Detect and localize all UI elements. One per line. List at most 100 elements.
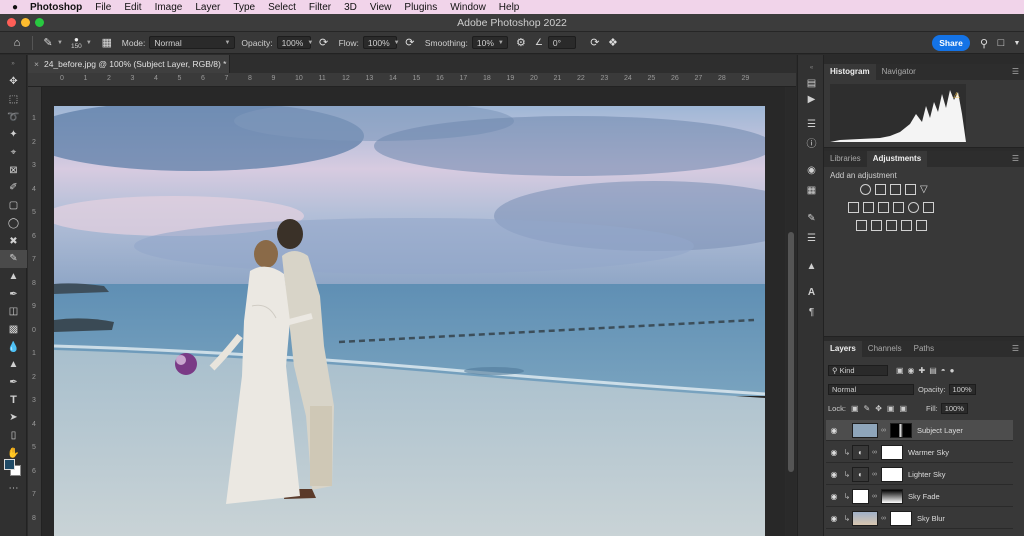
chevron-down-icon[interactable]: ▼	[1008, 34, 1024, 52]
menu-file[interactable]: File	[95, 2, 111, 13]
menu-filter[interactable]: Filter	[309, 2, 331, 13]
tab-libraries[interactable]: Libraries	[824, 151, 867, 167]
minimize-window-button[interactable]	[21, 18, 30, 27]
actions-play-icon[interactable]: ▶	[804, 92, 819, 107]
brush-tool-icon[interactable]: ✎	[0, 249, 27, 268]
tab-navigator[interactable]: Navigator	[876, 64, 922, 80]
history-brush-tool-icon[interactable]: ✒	[0, 285, 27, 303]
layer-filter-icons[interactable]: ▣◉✚▤◓●	[896, 366, 958, 375]
threshold-icon[interactable]	[886, 220, 897, 231]
eraser-tool-icon[interactable]: ◫	[0, 303, 27, 321]
move-tool-icon[interactable]: ✥	[0, 73, 27, 91]
blur-tool-icon[interactable]: 💧	[0, 338, 27, 356]
eye-icon[interactable]: ◉	[826, 448, 842, 457]
document-tab[interactable]: × 24_before.jpg @ 100% (Subject Layer, RG…	[28, 55, 230, 73]
fill-input[interactable]: 100%	[940, 403, 968, 414]
flow-input[interactable]: 100% ▼	[362, 36, 400, 49]
brush-tool-icon[interactable]: ✎	[39, 34, 57, 52]
menu-3d[interactable]: 3D	[344, 2, 357, 13]
eye-icon[interactable]: ◉	[826, 426, 842, 435]
invert-icon[interactable]	[856, 220, 867, 231]
layer-row-lighter-sky[interactable]: ◉ ↳ ◐ ∞ Lighter Sky	[826, 464, 1013, 485]
search-icon[interactable]: ⚲	[975, 34, 993, 52]
menu-select[interactable]: Select	[268, 2, 296, 13]
lock-icons[interactable]: ▣✎✥▣▣	[851, 404, 912, 413]
paragraph-icon[interactable]: ¶	[804, 305, 819, 320]
foreground-color-swatch[interactable]	[4, 459, 15, 470]
menu-layer[interactable]: Layer	[195, 2, 220, 13]
eye-icon[interactable]: ◉	[826, 514, 842, 523]
blend-mode-select[interactable]: Normal	[828, 384, 914, 395]
layer-mask-thumbnail[interactable]	[881, 466, 903, 482]
properties-icon[interactable]: ☰	[804, 117, 819, 132]
canvas-vertical-scrollbar[interactable]	[786, 87, 796, 536]
channel-mixer-icon[interactable]	[908, 202, 919, 213]
more-tools-icon[interactable]: ⋯	[0, 480, 27, 498]
layer-row-sky-blur[interactable]: ◉ ↳ ∞ Sky Blur	[826, 508, 1013, 529]
layer-row-warmer-sky[interactable]: ◉ ↳ ◐ ∞ Warmer Sky	[826, 442, 1013, 463]
pressure-opacity-icon[interactable]: ⟳	[315, 34, 333, 52]
eyedropper-tool-icon[interactable]: ✐	[0, 179, 27, 197]
menu-window[interactable]: Window	[450, 2, 486, 13]
tab-channels[interactable]: Channels	[862, 341, 908, 357]
color-lookup-icon[interactable]	[923, 202, 934, 213]
link-icon[interactable]: ∞	[872, 471, 879, 478]
selective-color-icon[interactable]	[916, 220, 927, 231]
pressure-size-icon[interactable]: ⟳	[586, 34, 604, 52]
link-icon[interactable]: ∞	[881, 515, 888, 522]
layer-row-sky-fade[interactable]: ◉ ↳ ∞ Sky Fade	[826, 486, 1013, 507]
menu-help[interactable]: Help	[499, 2, 520, 13]
brush-settings-icon[interactable]: ☰	[804, 231, 819, 246]
history-icon[interactable]: ▤	[804, 76, 819, 91]
black-white-icon[interactable]	[878, 202, 889, 213]
vibrance-icon[interactable]: ▽	[920, 184, 931, 195]
link-icon[interactable]: ∞	[872, 493, 879, 500]
photo-canvas[interactable]	[54, 106, 765, 536]
menu-type[interactable]: Type	[233, 2, 255, 13]
opacity-input[interactable]: 100% ▼	[276, 36, 313, 49]
link-icon[interactable]: ∞	[881, 427, 888, 434]
close-icon[interactable]: ×	[34, 59, 39, 69]
brightness-contrast-icon[interactable]	[860, 184, 871, 195]
brushes-icon[interactable]: ✎	[804, 211, 819, 226]
chevron-down-icon[interactable]: ▼	[57, 40, 63, 46]
patch-tool-icon[interactable]: ◯	[0, 215, 27, 233]
photo-filter-icon[interactable]	[893, 202, 904, 213]
path-selection-tool-icon[interactable]: ➤	[0, 409, 27, 427]
marquee-tool-icon[interactable]: ⬚	[0, 91, 27, 109]
color-icon[interactable]: ◉	[804, 163, 819, 178]
swatches-icon[interactable]: ▦	[804, 183, 819, 198]
airbrush-icon[interactable]: ⟳	[401, 34, 419, 52]
menu-app-photoshop[interactable]: Photoshop	[30, 2, 82, 13]
dodge-tool-icon[interactable]: ▲	[0, 356, 27, 374]
eye-icon[interactable]: ◉	[826, 492, 842, 501]
menu-view[interactable]: View	[370, 2, 392, 13]
brush-settings-icon[interactable]: ▦	[98, 34, 116, 52]
link-icon[interactable]: ∞	[872, 449, 879, 456]
scrollbar-thumb[interactable]	[788, 232, 794, 472]
zoom-window-button[interactable]	[35, 18, 44, 27]
lasso-tool-icon[interactable]: ➰	[0, 108, 27, 126]
spot-healing-tool-icon[interactable]: ▢	[0, 197, 27, 215]
menu-plugins[interactable]: Plugins	[404, 2, 437, 13]
menu-edit[interactable]: Edit	[124, 2, 141, 13]
collapse-panels-icon[interactable]: «	[804, 61, 819, 76]
horizontal-ruler[interactable]: 0 1 2 3 4 5 6 7 8 9 10 11 12 13 14 15 16 17 18 19 20 21 22 23 24…	[28, 73, 796, 87]
tab-adjustments[interactable]: Adjustments	[866, 151, 928, 167]
posterize-icon[interactable]	[871, 220, 882, 231]
character-icon[interactable]: A	[804, 285, 819, 300]
vertical-ruler[interactable]: 1 2 3 4 5 6 7 8 9 0 1 2 3 4 5 6 7 8	[28, 87, 42, 536]
home-icon[interactable]: ⌂	[8, 34, 26, 52]
close-window-button[interactable]	[7, 18, 16, 27]
gradient-tool-icon[interactable]: ▩	[0, 321, 27, 339]
rectangle-tool-icon[interactable]: ▯	[0, 427, 27, 445]
mode-select[interactable]: Normal ▼	[149, 36, 236, 49]
chevron-down-icon[interactable]: ▼	[86, 40, 92, 46]
hue-saturation-icon[interactable]	[848, 202, 859, 213]
curves-icon[interactable]	[890, 184, 901, 195]
smoothing-input[interactable]: 10% ▼	[471, 36, 508, 49]
crop-tool-icon[interactable]: ⌖	[0, 144, 27, 162]
brush-angle-input[interactable]: 0°	[547, 36, 576, 49]
color-balance-icon[interactable]	[863, 202, 874, 213]
layer-filter-kind-select[interactable]: ⚲ Kind	[828, 365, 888, 376]
